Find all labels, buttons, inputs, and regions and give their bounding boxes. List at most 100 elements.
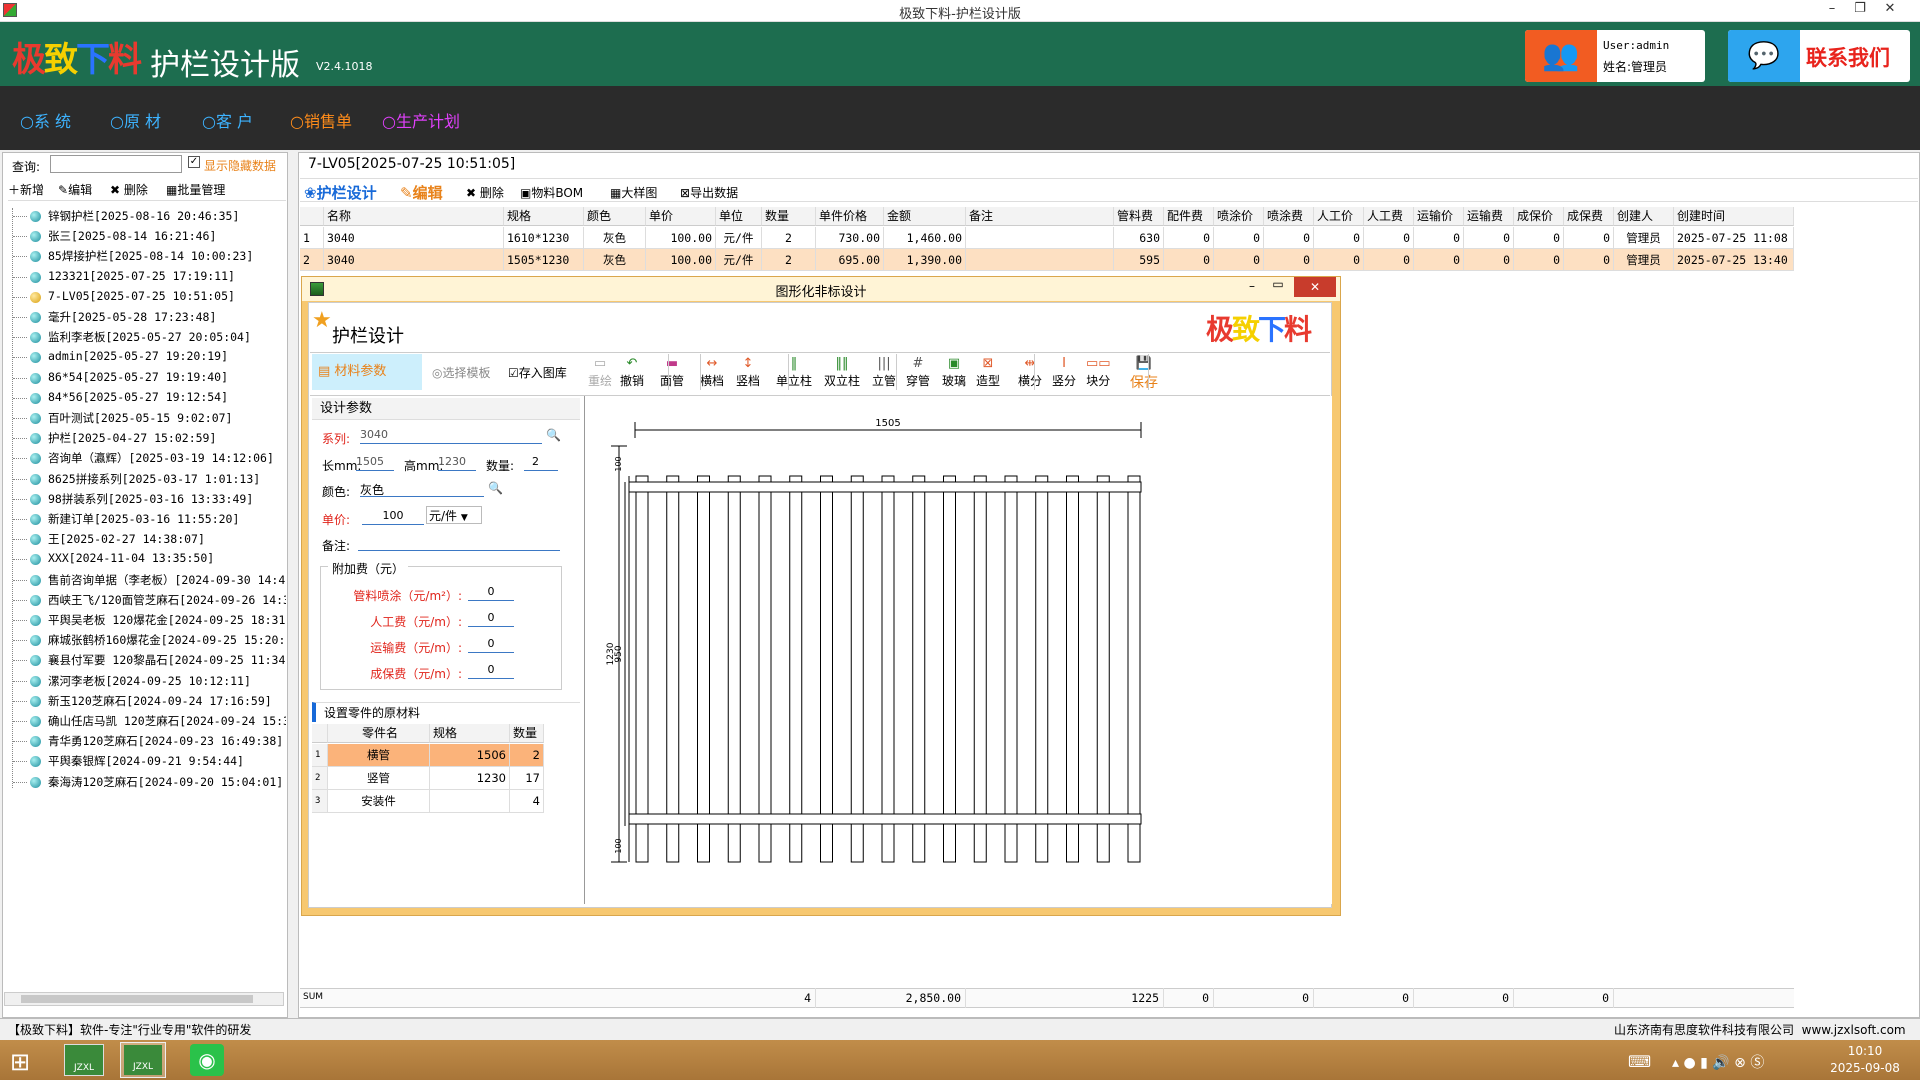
extra-fee-field[interactable]: 0 (468, 663, 514, 679)
table-cell[interactable]: 2 (762, 249, 816, 271)
table-cell[interactable]: 730.00 (816, 227, 884, 249)
tree-item[interactable]: 麻城张鹤桥160爆花金[2024-09-25 15:20:02] (48, 632, 286, 651)
table-cell[interactable]: 0 (1214, 249, 1264, 271)
parts-row-number[interactable]: 3 (312, 790, 328, 813)
note-field[interactable] (358, 535, 560, 551)
search-input[interactable] (50, 155, 182, 173)
tree-item[interactable]: 毫升[2025-05-28 17:23:48] (48, 309, 286, 328)
table-cell[interactable]: 2 (762, 227, 816, 249)
table-cell[interactable]: 0 (1464, 227, 1514, 249)
edit-order-button[interactable]: ✎编辑 (400, 182, 443, 203)
table-cell[interactable]: 0 (1464, 249, 1514, 271)
column-header[interactable]: 运输价 (1414, 207, 1464, 226)
menu-customer[interactable]: ○客 户 (202, 108, 253, 132)
table-cell[interactable]: 0 (1164, 249, 1214, 271)
tree-item[interactable]: 98拼装系列[2025-03-16 13:33:49] (48, 491, 286, 510)
table-cell[interactable]: 0 (1214, 227, 1264, 249)
parts-cell[interactable]: 2 (510, 744, 544, 767)
row-number[interactable]: 1 (300, 227, 324, 249)
table-cell[interactable]: 1505*1230 (504, 249, 584, 271)
tool-button[interactable]: Ⅰ 竖分 (1052, 356, 1076, 389)
row-number[interactable]: 2 (300, 249, 324, 271)
tree-item[interactable]: 84*56[2025-05-27 19:12:54] (48, 390, 286, 409)
tool-button[interactable]: ‖ 单立柱 (776, 356, 812, 389)
tree-item[interactable]: 锌钢护栏[2025-08-16 20:46:35] (48, 208, 286, 227)
table-cell[interactable]: 0 (1414, 227, 1464, 249)
table-cell[interactable]: 0 (1564, 249, 1614, 271)
add-button[interactable]: ＋新增 (8, 181, 44, 198)
column-header[interactable]: 管料费 (1114, 207, 1164, 226)
parts-row-number[interactable]: 2 (312, 767, 328, 790)
menu-sales-order[interactable]: ○销售单 (290, 108, 352, 132)
edit-button[interactable]: ✎编辑 (58, 181, 92, 198)
tree-item[interactable]: 平舆秦银辉[2024-09-21 9:54:44] (48, 753, 286, 772)
table-cell[interactable]: 100.00 (646, 249, 716, 271)
column-header[interactable]: 运输费 (1464, 207, 1514, 226)
menu-production-plan[interactable]: ○生产计划 (382, 108, 460, 132)
tree-item[interactable]: 123321[2025-07-25 17:19:11] (48, 269, 286, 288)
close-button[interactable]: ✕ (1876, 1, 1904, 21)
save-to-library-button[interactable]: ☑存入图库 (508, 364, 567, 381)
table-cell[interactable]: 0 (1514, 227, 1564, 249)
tool-button[interactable]: ‖‖ 双立柱 (824, 356, 860, 389)
table-cell[interactable]: 1,460.00 (884, 227, 966, 249)
column-header[interactable]: 规格 (504, 207, 584, 226)
tree-item[interactable]: 7-LV05[2025-07-25 10:51:05] (48, 289, 286, 308)
column-header[interactable]: 喷涂价 (1214, 207, 1264, 226)
tree-item[interactable]: 售前咨询单据（李老板）[2024-09-30 14:43: (48, 572, 286, 591)
table-cell[interactable]: 0 (1364, 249, 1414, 271)
column-header[interactable]: 喷涂费 (1264, 207, 1314, 226)
show-hidden-checkbox[interactable]: ✓ (188, 156, 200, 168)
height-field[interactable]: 1230 (438, 455, 476, 471)
color-field[interactable]: 灰色 (360, 481, 484, 497)
tree-item[interactable]: admin[2025-05-27 19:20:19] (48, 349, 286, 368)
tool-button[interactable]: ⊠ 造型 (976, 356, 1000, 389)
export-button[interactable]: ⊠导出数据 (680, 184, 738, 201)
column-header[interactable]: 成保费 (1564, 207, 1614, 226)
tool-button[interactable]: ↕ 竖档 (736, 356, 760, 389)
select-template-button[interactable]: ◎选择模板 (432, 364, 491, 381)
table-cell[interactable]: 元/件 (716, 249, 762, 271)
delete-order-button[interactable]: ✖ 删除 (466, 184, 504, 201)
menu-material[interactable]: ○原 材 (110, 108, 161, 132)
table-cell[interactable]: 0 (1414, 249, 1464, 271)
tree-item[interactable]: 王[2025-02-27 14:38:07] (48, 531, 286, 550)
tree-item[interactable]: 秦海涛120芝麻石[2024-09-20 15:04:01] (48, 774, 286, 793)
column-header[interactable]: 备注 (966, 207, 1114, 226)
table-cell[interactable]: 630 (1114, 227, 1164, 249)
table-cell[interactable]: 0 (1364, 227, 1414, 249)
table-cell[interactable]: 3040 (324, 249, 504, 271)
extra-fee-field[interactable]: 0 (468, 637, 514, 653)
table-cell[interactable]: 0 (1314, 227, 1364, 249)
table-cell[interactable] (966, 227, 1114, 249)
tool-button[interactable]: ▣ 玻璃 (942, 356, 966, 389)
dialog-minimize-button[interactable]: – (1242, 279, 1262, 293)
table-cell[interactable]: 0 (1264, 227, 1314, 249)
table-cell[interactable]: 元/件 (716, 227, 762, 249)
tree-item[interactable]: 确山任店马凯 120芝麻石[2024-09-24 15:37: (48, 713, 286, 732)
keyboard-icon[interactable]: ⌨ (1628, 1052, 1651, 1071)
tree-item[interactable]: 百叶测试[2025-05-15 9:02:07] (48, 410, 286, 429)
parts-row-number[interactable]: 1 (312, 744, 328, 767)
parts-cell[interactable]: 横管 (328, 744, 430, 767)
design-canvas[interactable]: 1505 1230 950 100 100 (584, 396, 1332, 904)
tool-button[interactable]: ▭ 重绘 (588, 356, 612, 389)
table-cell[interactable]: 0 (1514, 249, 1564, 271)
parts-column-header[interactable]: 零件名 (328, 724, 430, 743)
column-header[interactable]: 成保价 (1514, 207, 1564, 226)
table-cell[interactable]: 0 (1314, 249, 1364, 271)
column-header[interactable]: 创建人 (1614, 207, 1674, 226)
parts-cell[interactable]: 1506 (430, 744, 510, 767)
column-header[interactable]: 单位 (716, 207, 762, 226)
left-horizontal-scrollbar[interactable] (4, 992, 284, 1006)
windows-start-icon[interactable]: ⊞ (10, 1048, 30, 1076)
dialog-maximize-button[interactable]: ▭ (1268, 277, 1288, 291)
taskbar-app-2[interactable]: JZXL (120, 1042, 166, 1078)
table-cell[interactable]: 管理员 (1614, 227, 1674, 249)
tool-button[interactable]: # 穿管 (906, 356, 930, 389)
table-cell[interactable]: 灰色 (584, 249, 646, 271)
tree-item[interactable]: 西峡王飞/120面管芝麻石[2024-09-26 14:36: (48, 592, 286, 611)
table-cell[interactable] (966, 249, 1114, 271)
tree-item[interactable]: 85焊接护栏[2025-08-14 10:00:23] (48, 248, 286, 267)
table-cell[interactable]: 695.00 (816, 249, 884, 271)
